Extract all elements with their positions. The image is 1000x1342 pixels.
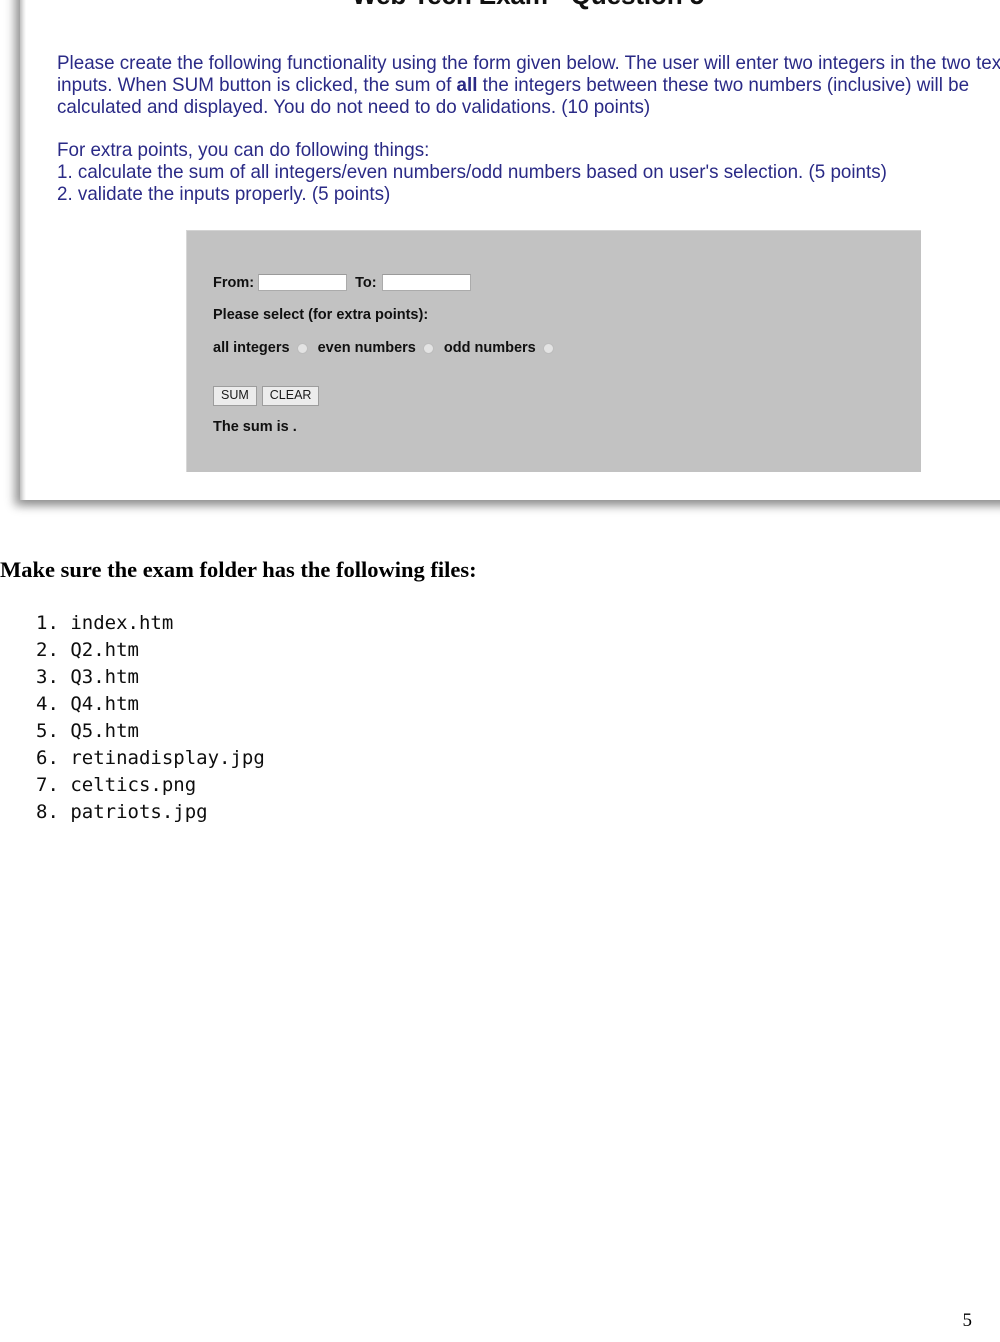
files-heading: Make sure the exam folder has the follow… bbox=[0, 557, 477, 582]
extra-points-intro: For extra points, you can do following t… bbox=[57, 139, 430, 161]
extra-points-item-1: 1. calculate the sum of all integers/eve… bbox=[57, 161, 887, 183]
to-label: To: bbox=[355, 274, 377, 291]
list-item: 4. Q4.htm bbox=[36, 693, 139, 715]
instructions-line-1: Please create the following functionalit… bbox=[57, 52, 1000, 74]
instructions-line-2-pre: inputs. When SUM button is clicked, the … bbox=[57, 74, 457, 96]
sum-button[interactable]: SUM bbox=[213, 386, 257, 406]
radio-label-even-numbers: even numbers bbox=[317, 340, 416, 356]
instructions-line-3: calculated and displayed. You do not nee… bbox=[57, 96, 651, 118]
embedded-screenshot-figure: Web Tech Exam - Question 5 Please create… bbox=[20, 0, 1000, 500]
instructions-emphasis-all: all bbox=[456, 74, 478, 96]
to-input[interactable] bbox=[381, 274, 471, 291]
radio-label-all-integers: all integers bbox=[213, 340, 290, 356]
form-buttons-row: SUM CLEAR bbox=[213, 386, 324, 406]
radio-group: all integers even numbers odd numbers bbox=[213, 340, 564, 356]
radio-odd-numbers[interactable] bbox=[542, 342, 554, 354]
from-label: From: bbox=[213, 274, 255, 291]
from-input[interactable] bbox=[258, 274, 348, 291]
select-prompt-label: Please select (for extra points): bbox=[213, 307, 429, 323]
radio-label-odd-numbers: odd numbers bbox=[443, 340, 536, 356]
list-item: 6. retinadisplay.jpg bbox=[36, 747, 265, 769]
sum-result-text: The sum is . bbox=[213, 419, 297, 435]
extra-points-item-2: 2. validate the inputs properly. (5 poin… bbox=[57, 183, 391, 205]
page-title: Web Tech Exam - Question 5 bbox=[41, 0, 1000, 11]
radio-even-numbers[interactable] bbox=[422, 342, 434, 354]
list-item: 2. Q2.htm bbox=[36, 639, 139, 661]
list-item: 5. Q5.htm bbox=[36, 720, 139, 742]
instructions-line-2: inputs. When SUM button is clicked, the … bbox=[57, 74, 1000, 96]
clear-button[interactable]: CLEAR bbox=[261, 386, 320, 406]
screenshot-canvas: Web Tech Exam - Question 5 Please create… bbox=[26, 0, 1000, 500]
required-files-list: 1. index.htm 2. Q2.htm 3. Q3.htm 4. Q4.h… bbox=[36, 610, 265, 826]
list-item: 3. Q3.htm bbox=[36, 666, 139, 688]
radio-all-integers[interactable] bbox=[296, 342, 308, 354]
from-to-row: From: To: bbox=[213, 274, 473, 291]
sum-form: From: To: Please select (for extra points… bbox=[186, 230, 921, 472]
page-number: 5 bbox=[962, 1310, 973, 1331]
instructions-block: Please create the following functionalit… bbox=[57, 52, 1000, 205]
instructions-line-2-post: the integers between these two numbers (… bbox=[477, 74, 970, 96]
list-item: 1. index.htm bbox=[36, 612, 174, 634]
list-item: 7. celtics.png bbox=[36, 774, 197, 796]
list-item: 8. patriots.jpg bbox=[36, 801, 208, 823]
